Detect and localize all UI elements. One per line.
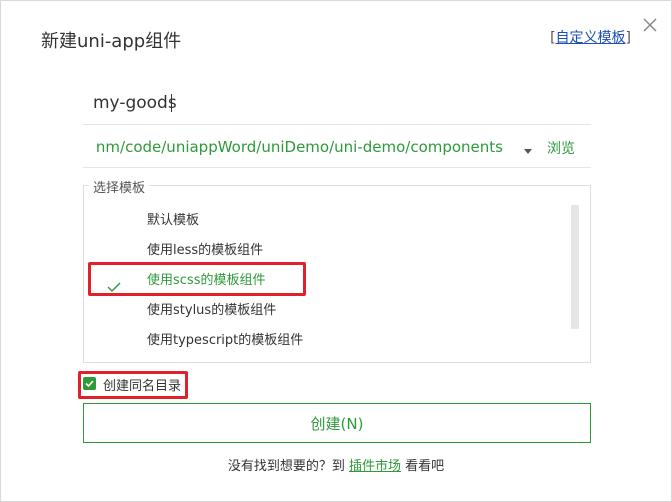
template-group-legend: 选择模板 xyxy=(89,177,150,196)
path-clip xyxy=(83,127,93,167)
footer-prefix: 没有找到想要的？到 xyxy=(227,459,349,474)
location-path[interactable]: nm/code/uniappWord/uniDemo/uni-demo/comp… xyxy=(96,138,503,156)
template-item-stylus[interactable]: 使用stylus的模板组件 xyxy=(83,296,569,326)
location-field[interactable]: nm/code/uniappWord/uniDemo/uni-demo/comp… xyxy=(83,127,591,168)
browse-button[interactable]: 浏览 xyxy=(547,138,575,158)
close-icon[interactable] xyxy=(643,17,657,32)
plugin-market-link[interactable]: 插件市场 xyxy=(349,459,401,474)
bracket-close: ] xyxy=(625,30,631,46)
same-name-dir-label: 创建同名目录 xyxy=(103,379,182,394)
new-component-dialog: 新建uni-app组件 [自定义模板] nm/code/uniappWord/u… xyxy=(0,0,672,502)
custom-template-label[interactable]: 自定义模板 xyxy=(556,30,626,46)
template-item-label: 使用less的模板组件 xyxy=(147,243,264,258)
template-item-label: 默认模板 xyxy=(147,213,200,228)
template-item-label: 使用stylus的模板组件 xyxy=(147,303,277,318)
template-item-default[interactable]: 默认模板 xyxy=(83,206,569,236)
same-name-dir-checkbox[interactable] xyxy=(83,377,96,390)
template-item-scss[interactable]: 使用scss的模板组件 xyxy=(83,266,569,296)
custom-template-link[interactable]: [自定义模板] xyxy=(550,27,631,47)
create-button[interactable]: 创建(N) xyxy=(83,403,591,443)
template-item-label: 使用typescript的模板组件 xyxy=(147,333,304,348)
component-name-input[interactable] xyxy=(83,81,591,125)
template-item-less[interactable]: 使用less的模板组件 xyxy=(83,236,569,266)
text-cursor xyxy=(171,94,172,112)
footer-hint: 没有找到想要的？到 插件市场 看看吧 xyxy=(1,455,671,474)
template-item-label: 使用scss的模板组件 xyxy=(147,273,266,288)
template-item-typescript[interactable]: 使用typescript的模板组件 xyxy=(83,326,569,356)
template-list-scrollbar[interactable] xyxy=(571,205,579,329)
dialog-title: 新建uni-app组件 xyxy=(41,31,182,52)
footer-suffix: 看看吧 xyxy=(401,459,445,474)
check-icon xyxy=(107,275,121,292)
chevron-down-icon[interactable] xyxy=(523,141,533,154)
template-list: 默认模板 使用less的模板组件 使用scss的模板组件 使用stylus的模板… xyxy=(83,206,569,356)
